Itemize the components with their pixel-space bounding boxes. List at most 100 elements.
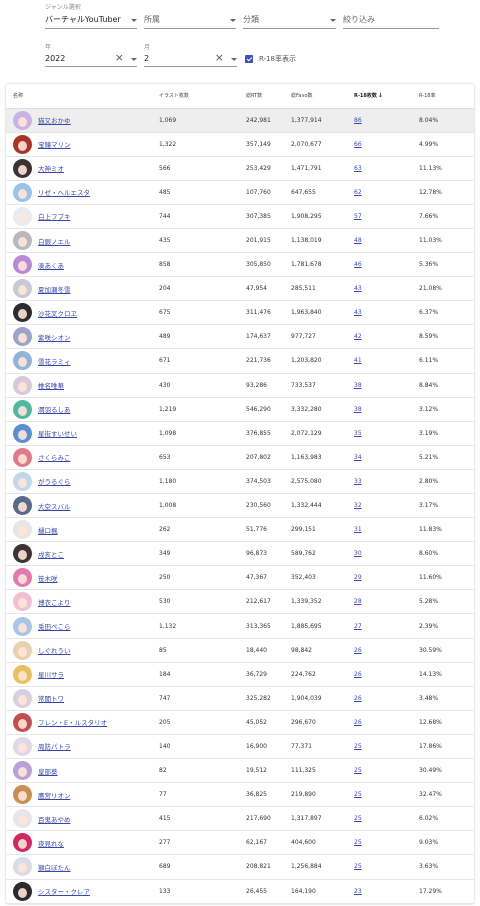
character-name-link[interactable]: フレン・E・ルスタリオ bbox=[38, 717, 107, 727]
r18-count-link[interactable]: 62 bbox=[354, 189, 362, 196]
chevron-down-icon bbox=[231, 58, 237, 61]
filter-bar: ジャンル選択 バーチャルYouTuber 所属 分類 絞り込み 年 2022 ×… bbox=[0, 0, 480, 82]
character-name-link[interactable]: 星街すいせい bbox=[38, 428, 77, 438]
r18-count-cell: 26 bbox=[354, 686, 419, 711]
character-name-link[interactable]: 星川サラ bbox=[38, 669, 64, 679]
character-name-link[interactable]: 鷹宮リオン bbox=[38, 790, 71, 800]
r18-count-link[interactable]: 38 bbox=[354, 382, 362, 389]
r18-count-link[interactable]: 38 bbox=[354, 406, 362, 413]
r18-count-link[interactable]: 25 bbox=[354, 791, 362, 798]
r18-count-link[interactable]: 31 bbox=[354, 526, 362, 533]
r18-count-link[interactable]: 34 bbox=[354, 454, 362, 461]
character-name-link[interactable]: 湊あくあ bbox=[38, 260, 64, 270]
r18-toggle[interactable]: R-18率表示 bbox=[245, 54, 296, 64]
fav-cell: 1,332,444 bbox=[291, 493, 354, 519]
r18-count-link[interactable]: 26 bbox=[354, 671, 362, 678]
character-name-link[interactable]: 博衣こより bbox=[38, 597, 70, 607]
r18-count-link[interactable]: 28 bbox=[354, 598, 362, 605]
r18-count-link[interactable]: 30 bbox=[354, 550, 362, 557]
header-name[interactable]: 名称 bbox=[6, 84, 159, 109]
r18-rate-cell: 5.28% bbox=[419, 589, 474, 615]
category-select[interactable]: 分類 bbox=[243, 4, 336, 29]
table-row: 沙花叉クロヱ 675 311,476 1,963,840 43 6.37% bbox=[6, 300, 474, 326]
avatar bbox=[13, 712, 32, 732]
r18-count-link[interactable]: 57 bbox=[354, 213, 362, 220]
character-name-link[interactable]: がうるぐら bbox=[38, 476, 71, 486]
table-row: リゼ・ヘルエスタ 485 107,760 647,655 62 12.78% bbox=[6, 180, 474, 205]
r18-count-link[interactable]: 26 bbox=[354, 719, 362, 726]
r18-count-link[interactable]: 25 bbox=[354, 743, 362, 750]
r18-count-link[interactable]: 25 bbox=[354, 839, 362, 846]
character-name-link[interactable]: 皇部葵 bbox=[38, 766, 58, 776]
character-name-link[interactable]: 白銀ノエル bbox=[38, 236, 71, 246]
clear-icon[interactable]: × bbox=[215, 52, 224, 63]
r18-count-link[interactable]: 66 bbox=[354, 141, 362, 148]
header-illustrations[interactable]: イラスト枚数 bbox=[159, 84, 246, 109]
character-name-link[interactable]: リゼ・ヘルエスタ bbox=[38, 187, 90, 197]
r18-count-link[interactable]: 25 bbox=[354, 815, 362, 822]
r18-count-link[interactable]: 27 bbox=[354, 623, 362, 630]
character-name-link[interactable]: 紫咲シオン bbox=[38, 332, 71, 342]
character-name-link[interactable]: シスター・クレア bbox=[38, 886, 90, 896]
header-fav[interactable]: 総Favo数 bbox=[291, 84, 354, 109]
r18-count-link[interactable]: 25 bbox=[354, 863, 362, 870]
character-name-link[interactable]: 夏加瀬冬雪 bbox=[38, 284, 71, 294]
header-r18-count[interactable]: R-18枚数↓ bbox=[354, 84, 419, 109]
character-name-link[interactable]: 宝鐘マリン bbox=[38, 139, 71, 149]
r18-count-link[interactable]: 29 bbox=[354, 574, 362, 581]
character-name-link[interactable]: 大空スバル bbox=[38, 501, 71, 511]
chevron-down-icon bbox=[230, 19, 236, 22]
character-name-link[interactable]: さくらみこ bbox=[38, 452, 71, 462]
r18-count-link[interactable]: 43 bbox=[354, 309, 362, 316]
header-rt[interactable]: 総RT数 bbox=[246, 84, 291, 109]
r18-rate-cell: 8.84% bbox=[419, 373, 474, 398]
r18-count-link[interactable]: 42 bbox=[354, 333, 362, 340]
illustrations-cell: 205 bbox=[159, 710, 246, 735]
r18-count-link[interactable]: 26 bbox=[354, 647, 362, 654]
r18-rate-cell: 6.02% bbox=[419, 806, 474, 832]
character-name-link[interactable]: 常闇トワ bbox=[38, 693, 64, 703]
character-name-link[interactable]: 百鬼あやめ bbox=[38, 814, 71, 824]
clear-icon[interactable]: × bbox=[115, 52, 124, 63]
r18-count-link[interactable]: 35 bbox=[354, 430, 362, 437]
table-header-row: 名称 イラスト枚数 総RT数 総Favo数 R-18枚数↓ R-18率 bbox=[6, 84, 474, 109]
r18-count-link[interactable]: 26 bbox=[354, 695, 362, 702]
character-name-link[interactable]: 沙花叉クロヱ bbox=[38, 308, 77, 318]
character-name-link[interactable]: 大神ミオ bbox=[38, 163, 64, 173]
r18-count-link[interactable]: 41 bbox=[354, 357, 362, 364]
r18-count-link[interactable]: 33 bbox=[354, 478, 362, 485]
year-select[interactable]: 年 2022 × bbox=[45, 44, 137, 67]
r18-count-cell: 38 bbox=[354, 397, 419, 422]
character-name-link[interactable]: しぐれうい bbox=[38, 645, 71, 655]
genre-select[interactable]: ジャンル選択 バーチャルYouTuber bbox=[45, 4, 137, 29]
r18-count-link[interactable]: 32 bbox=[354, 502, 362, 509]
character-name-link[interactable]: 夜見れな bbox=[38, 838, 64, 848]
character-name-link[interactable]: 樋口楓 bbox=[38, 525, 58, 535]
character-name-link[interactable]: 笹木咲 bbox=[38, 573, 58, 583]
r18-count-link[interactable]: 46 bbox=[354, 261, 362, 268]
r18-count-link[interactable]: 25 bbox=[354, 767, 362, 774]
character-name-link[interactable]: 猫又おかゆ bbox=[38, 115, 71, 125]
table-row: さくらみこ 653 207,802 1,163,983 34 5.21% bbox=[6, 445, 474, 470]
month-select[interactable]: 月 2 × bbox=[144, 44, 237, 67]
character-name-link[interactable]: 椎名唯華 bbox=[38, 380, 64, 390]
r18-count-link[interactable]: 63 bbox=[354, 165, 362, 172]
header-r18-rate[interactable]: R-18率 bbox=[419, 84, 474, 109]
character-name-link[interactable]: 周防パトラ bbox=[38, 741, 71, 751]
character-name-link[interactable]: 潤羽るしあ bbox=[38, 404, 71, 414]
checkbox-checked-icon[interactable] bbox=[245, 55, 253, 63]
character-name-link[interactable]: 兎田ぺこら bbox=[38, 621, 71, 631]
fav-cell: 1,963,840 bbox=[291, 300, 354, 326]
r18-count-link[interactable]: 43 bbox=[354, 285, 362, 292]
narrow-input[interactable]: 絞り込み bbox=[343, 4, 439, 29]
month-value: 2 bbox=[144, 54, 150, 63]
character-name-link[interactable]: 戌亥とこ bbox=[38, 549, 64, 559]
r18-count-link[interactable]: 86 bbox=[354, 117, 362, 124]
r18-count-link[interactable]: 48 bbox=[354, 237, 362, 244]
r18-count-link[interactable]: 23 bbox=[354, 888, 362, 895]
affiliation-select[interactable]: 所属 bbox=[144, 4, 236, 29]
fav-cell: 2,070,677 bbox=[291, 132, 354, 157]
character-name-link[interactable]: 雪花ラミィ bbox=[38, 356, 71, 366]
character-name-link[interactable]: 獅白ぼたん bbox=[38, 862, 71, 872]
character-name-link[interactable]: 白上フブキ bbox=[38, 211, 71, 221]
